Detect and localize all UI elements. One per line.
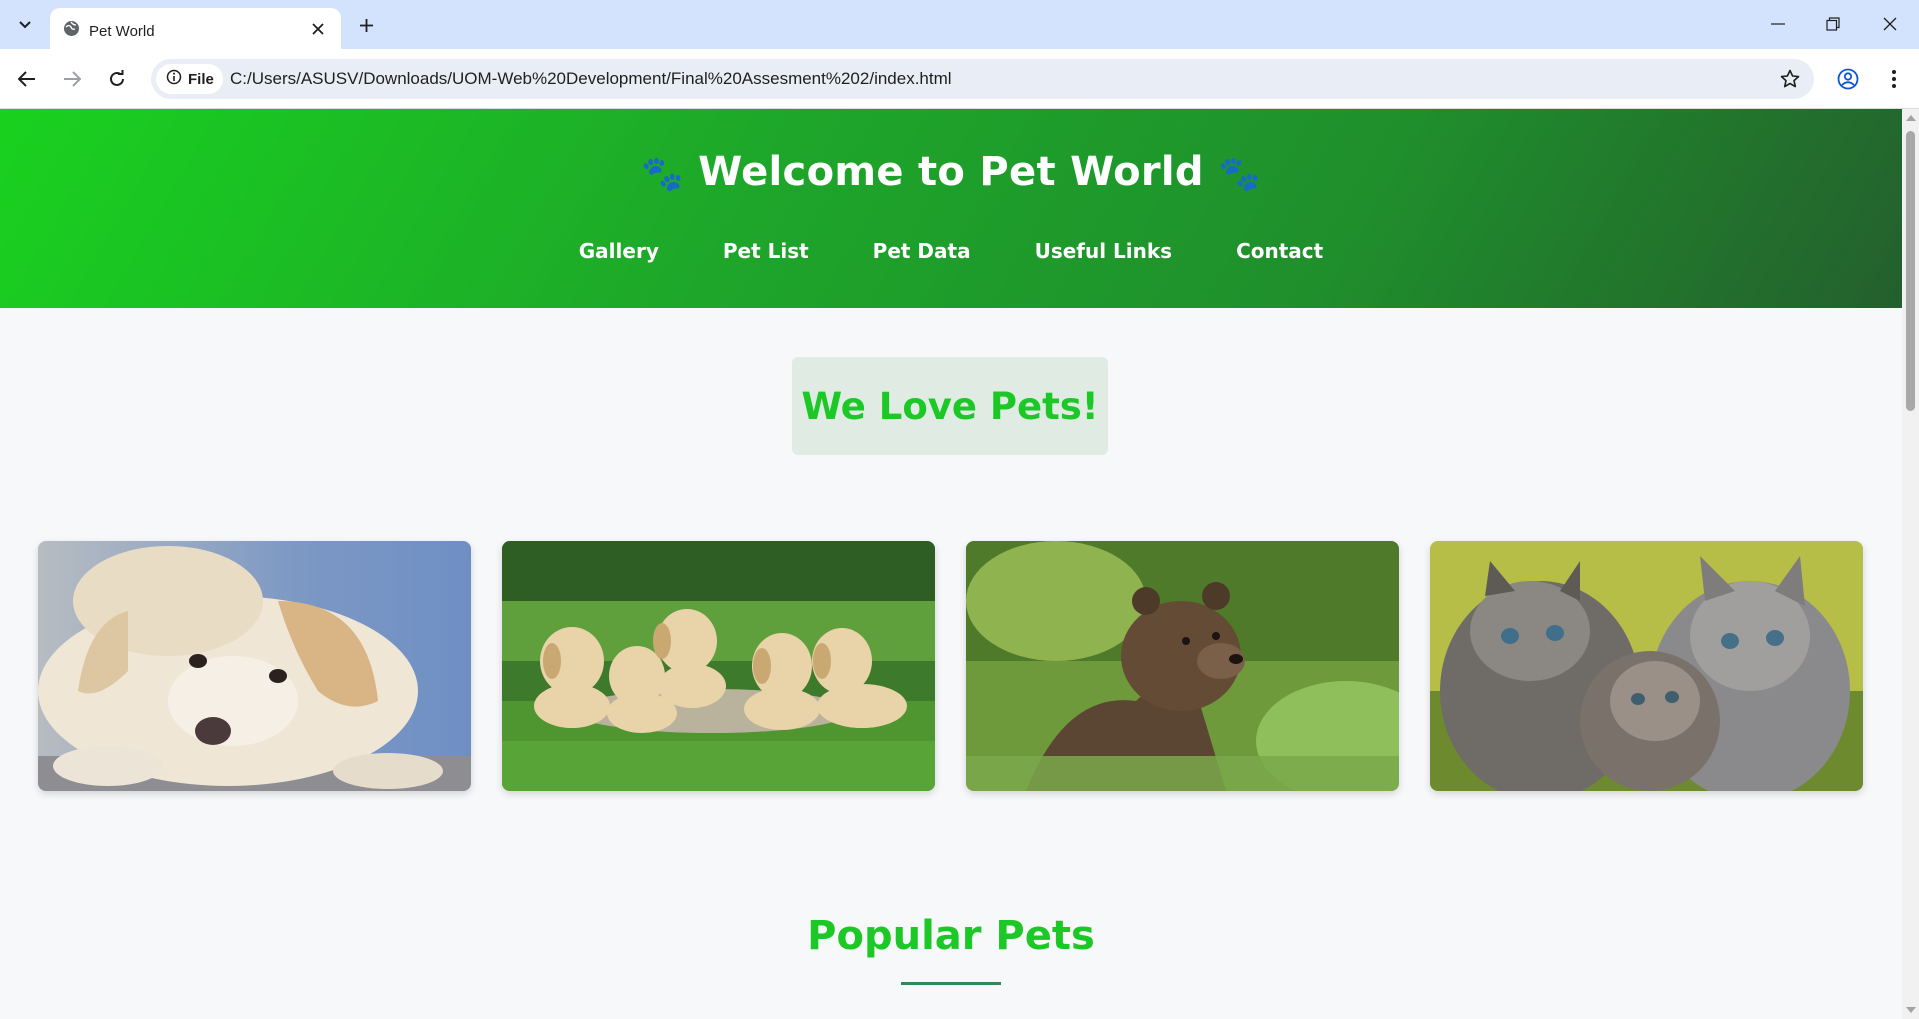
url-text[interactable]: C:/Users/ASUSV/Downloads/UOM-Web%20Devel… [230, 69, 952, 89]
info-icon [166, 69, 182, 90]
section-divider [901, 982, 1001, 985]
tab-search-chevron-icon[interactable] [11, 12, 39, 38]
nav-link-contact[interactable]: Contact [1236, 239, 1323, 263]
scrollbar-thumb[interactable] [1906, 131, 1915, 411]
profile-icon[interactable] [1832, 63, 1864, 95]
reload-icon[interactable] [101, 63, 133, 95]
tab-title: Pet World [89, 23, 155, 40]
address-bar[interactable]: File C:/Users/ASUSV/Downloads/UOM-Web%20… [151, 59, 1814, 99]
active-tab[interactable]: Pet World [50, 8, 341, 49]
labrador-puppy-photo [38, 541, 471, 791]
site-header: 🐾 Welcome to Pet World 🐾 Gallery Pet Lis… [0, 109, 1902, 308]
bear-cub-photo [966, 541, 1399, 791]
restore-icon[interactable] [1817, 10, 1849, 38]
paw-icon: 🐾 [641, 154, 684, 194]
file-scheme-label: File [188, 70, 214, 88]
forward-arrow-icon[interactable] [56, 63, 88, 95]
nav-link-pet-data[interactable]: Pet Data [873, 239, 971, 263]
site-info-chip[interactable]: File [156, 64, 223, 94]
hero-heading: We Love Pets! [801, 384, 1099, 428]
nav-link-useful-links[interactable]: Useful Links [1035, 239, 1173, 263]
pet-gallery [38, 541, 1863, 791]
new-tab-plus-icon[interactable] [352, 12, 380, 38]
nav-link-gallery[interactable]: Gallery [579, 239, 659, 263]
browser-toolbar: File C:/Users/ASUSV/Downloads/UOM-Web%20… [0, 49, 1919, 109]
paw-icon: 🐾 [1218, 154, 1261, 194]
tab-strip: Pet World [0, 0, 1919, 49]
bookmark-star-icon[interactable] [1778, 67, 1802, 91]
site-title: 🐾 Welcome to Pet World 🐾 [0, 149, 1902, 195]
scroll-up-arrow-icon[interactable] [1906, 115, 1916, 121]
hero-banner: We Love Pets! [792, 357, 1108, 455]
globe-icon [63, 20, 80, 42]
popular-pets-heading: Popular Pets [807, 913, 1095, 959]
page-viewport: 🐾 Welcome to Pet World 🐾 Gallery Pet Lis… [0, 109, 1902, 1019]
close-window-icon[interactable] [1874, 10, 1906, 38]
page-scrollbar[interactable] [1902, 109, 1919, 1019]
nav-link-pet-list[interactable]: Pet List [723, 239, 809, 263]
three-kittens-photo [1430, 541, 1863, 791]
main-nav: Gallery Pet List Pet Data Useful Links C… [0, 239, 1902, 263]
scroll-down-arrow-icon[interactable] [1906, 1007, 1916, 1013]
site-title-text: Welcome to Pet World [698, 149, 1204, 195]
back-arrow-icon[interactable] [11, 63, 43, 95]
kebab-menu-icon[interactable] [1878, 63, 1910, 95]
five-puppies-on-grass-photo [502, 541, 935, 791]
minimize-icon[interactable] [1762, 10, 1794, 38]
close-tab-icon[interactable] [307, 18, 329, 40]
